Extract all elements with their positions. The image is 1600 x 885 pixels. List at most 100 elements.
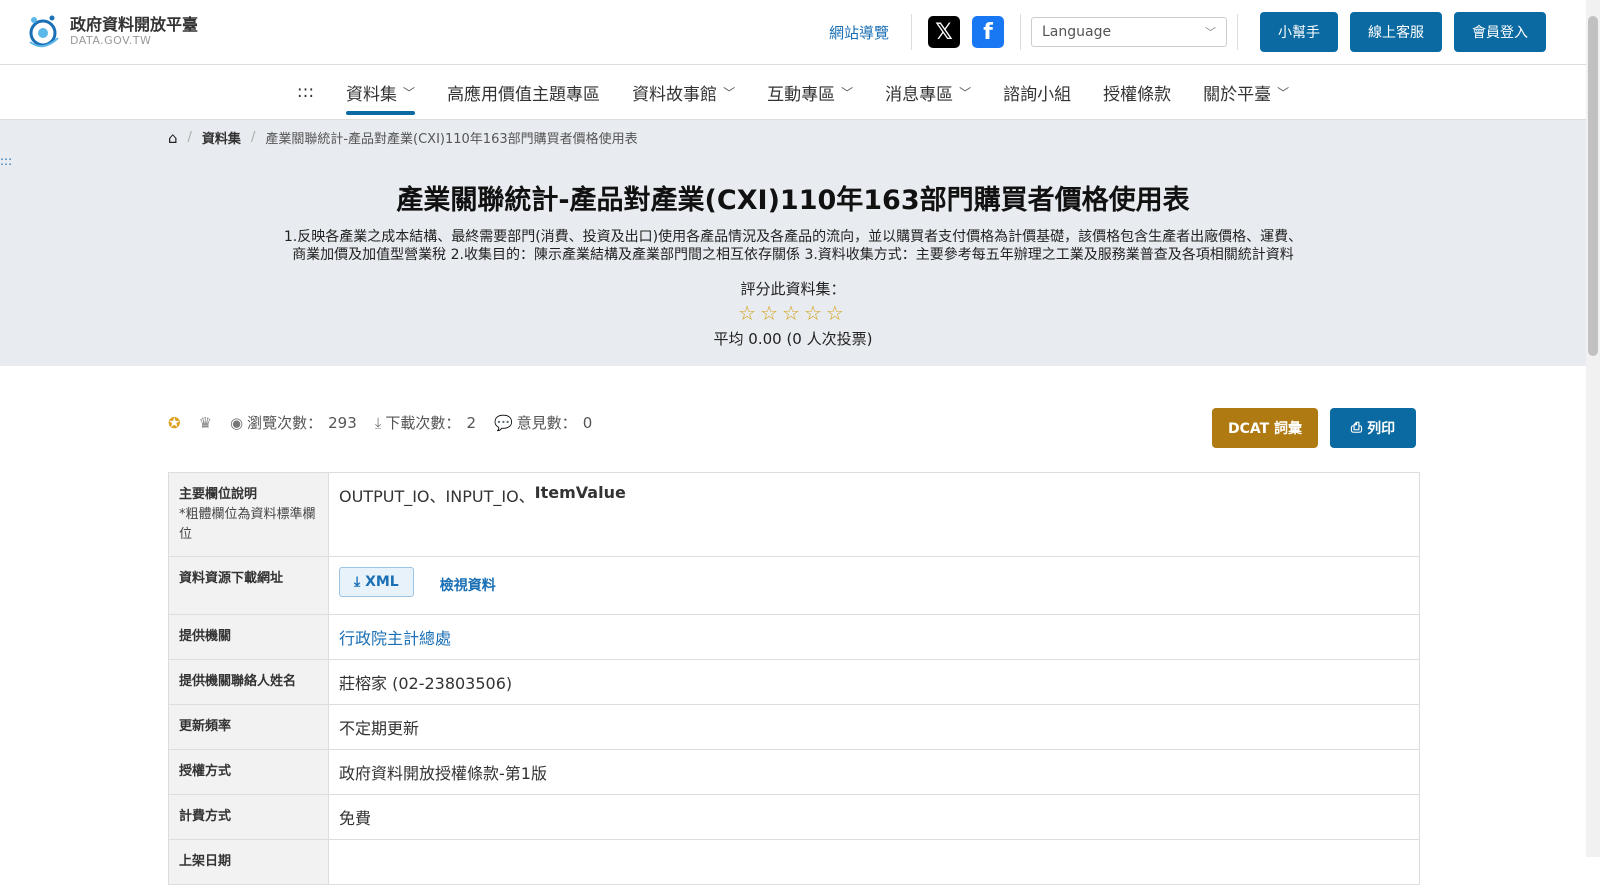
nav-item-interactive[interactable]: 互動專區 ﹀ [767, 65, 853, 119]
downloads-count: 2 [466, 413, 476, 432]
views-label: 瀏覽次數： [247, 414, 323, 432]
fields-header: 主要欄位說明 [179, 487, 258, 502]
chevron-down-icon: ﹀ [1277, 85, 1290, 100]
x-twitter-icon[interactable]: 𝕏 [928, 16, 960, 48]
xml-label: XML [365, 574, 399, 590]
nav-item-stories[interactable]: 資料故事館 ﹀ [632, 65, 735, 119]
description-line: 商業加價及加值型營業稅 2.收集目的：陳示產業結構及產業部門間之相互依存關係 3… [292, 247, 1294, 263]
nav-accesskey-label: ::: [296, 82, 315, 102]
nav-item-about[interactable]: 關於平臺 ﹀ [1203, 65, 1289, 119]
nav-item-label: 授權條款 [1103, 84, 1172, 105]
dataset-hero: ⌂ / 資料集 / 產業關聯統計-產品對產業(CXI)110年163部門購買者價… [0, 120, 1586, 366]
dcat-button[interactable]: DCAT 詞彙 [1212, 408, 1318, 448]
nav-item-label: 資料故事館 [632, 84, 718, 105]
breadcrumb-separator: / [187, 130, 192, 145]
table-row: 上架日期 [169, 840, 1419, 885]
rating-average: 平均 0.00 (0 人次投票) [713, 330, 873, 348]
nav-item-label: 諮詢小組 [1003, 84, 1072, 105]
nav-item-label: 互動專區 [767, 84, 836, 105]
table-header-cell: 上架日期 [169, 840, 329, 884]
nav-accesskey[interactable]: ::: [297, 65, 314, 119]
home-icon[interactable]: ⌂ [168, 129, 178, 147]
views-stat: ◉ 瀏覽次數： 293 [230, 412, 357, 433]
table-header-cell: 主要欄位說明 *粗體欄位為資料標準欄位 [169, 473, 329, 556]
logo-subtitle: DATA.GOV.TW [70, 33, 152, 47]
nav-item-label: 消息專區 [885, 84, 954, 105]
member-login-button[interactable]: 會員登入 [1454, 12, 1546, 52]
breadcrumb: ⌂ / 資料集 / 產業關聯統計-產品對產業(CXI)110年163部門購買者價… [168, 128, 638, 148]
nav-item-label: 關於平臺 [1203, 84, 1272, 105]
site-header: 政府資料開放平臺 DATA.GOV.TW 網站導覽 𝕏 f Language ﹀… [0, 0, 1586, 65]
table-row: 提供機關 行政院主計總處 [169, 615, 1419, 660]
download-cell: ⤓ XML 檢視資料 [329, 557, 1419, 614]
printer-icon: ⎙ [1350, 420, 1363, 436]
table-header-cell: 更新頻率 [169, 705, 329, 749]
partial-cell [329, 840, 1419, 884]
nav-item-label: 高應用價值主題專區 [447, 84, 601, 105]
nav-item-news[interactable]: 消息專區 ﹀ [885, 65, 971, 119]
comments-count: 0 [582, 413, 593, 432]
table-header-cell: 提供機關 [169, 615, 329, 659]
comments-stat: 💬 意見數： 0 [494, 412, 592, 433]
crown-icon: ♛ [198, 413, 213, 432]
page-title: 產業關聯統計-產品對產業(CXI)110年163部門購買者價格使用表 [396, 185, 1190, 216]
table-row: 提供機關聯絡人姓名 莊榕家 (02-23803506) [169, 660, 1419, 705]
online-support-button[interactable]: 線上客服 [1350, 12, 1442, 52]
chevron-down-icon: ﹀ [403, 85, 416, 100]
nav-item-high-value[interactable]: 高應用價值主題專區 [447, 65, 600, 119]
fields-bold: ItemValue [534, 483, 626, 502]
chevron-down-icon: ﹀ [959, 85, 972, 100]
facebook-icon[interactable]: f [972, 16, 1004, 48]
nav-item-license[interactable]: 授權條款 [1103, 65, 1171, 119]
sitemap-link[interactable]: 網站導覽 [829, 22, 889, 43]
view-data-link[interactable]: 檢視資料 [440, 575, 496, 595]
table-header-cell: 計費方式 [169, 795, 329, 839]
comments-label: 意見數： [516, 414, 577, 432]
scrollbar-thumb[interactable] [1588, 16, 1598, 356]
dataset-description: 1.反映各產業之成本結構、最終需要部門(消費、投資及出口)使用各產品情況及各產品… [200, 228, 1386, 264]
divider [1237, 14, 1238, 50]
download-icon: ⤓ [354, 574, 366, 590]
side-accesskey[interactable]: ::: [0, 154, 12, 168]
table-row: 更新頻率 不定期更新 [169, 705, 1419, 750]
breadcrumb-datasets-label: 資料集 [201, 132, 241, 147]
chevron-down-icon: ﹀ [841, 85, 854, 100]
logo-title: 政府資料開放平臺 [70, 14, 199, 34]
xml-download-button[interactable]: ⤓ XML [339, 567, 414, 597]
download-icon: ⤓ [374, 413, 382, 432]
fields-plain: OUTPUT_IO、INPUT_IO、 [339, 487, 535, 506]
helper-button[interactable]: 小幫手 [1260, 12, 1338, 52]
page-scrollbar[interactable] [1586, 0, 1600, 857]
table-row: 主要欄位說明 *粗體欄位為資料標準欄位 OUTPUT_IO、INPUT_IO、 I… [169, 473, 1419, 557]
table-row: 授權方式 政府資料開放授權條款-第1版 [169, 750, 1419, 795]
frequency-cell: 不定期更新 [339, 719, 420, 738]
language-select-value: Language [1042, 24, 1112, 40]
nav-item-datasets[interactable]: 資料集 ﹀ [346, 65, 416, 119]
main-nav: ::: 資料集 ﹀ 高應用價值主題專區 資料故事館 ﹀ 互動專區 ﹀ 消息專區 ﹀ 諮詢… [0, 65, 1586, 120]
print-button-label: 列印 [1367, 421, 1396, 437]
language-select[interactable]: Language ﹀ [1031, 17, 1227, 47]
chevron-down-icon: ﹀ [1205, 26, 1216, 39]
table-row: 資料資源下載網址 ⤓ XML 檢視資料 [169, 557, 1419, 615]
eye-icon: ◉ [230, 413, 244, 432]
print-button[interactable]: ⎙ 列印 [1330, 408, 1416, 448]
breadcrumb-separator: / [250, 130, 256, 145]
nav-item-advisory[interactable]: 諮詢小組 [1003, 65, 1071, 119]
breadcrumb-datasets[interactable]: 資料集 [202, 128, 241, 147]
nav-item-label: 資料集 [346, 84, 398, 105]
downloads-label: 下載次數： [385, 414, 461, 432]
provider-cell: 行政院主計總處 [329, 615, 1419, 659]
rating-label: 評分此資料集： [740, 280, 846, 298]
contact-cell: 莊榕家 (02-23803506) [339, 674, 513, 693]
dataset-info-table: 主要欄位說明 *粗體欄位為資料標準欄位 OUTPUT_IO、INPUT_IO、 I… [168, 472, 1420, 885]
provider-link[interactable]: 行政院主計總處 [339, 625, 451, 649]
fields-value: OUTPUT_IO、INPUT_IO、 ItemValue [329, 473, 1419, 556]
fee-cell: 免費 [339, 809, 372, 828]
chevron-down-icon: ﹀ [723, 85, 736, 100]
site-logo[interactable]: 政府資料開放平臺 DATA.GOV.TW [24, 12, 198, 50]
license-cell: 政府資料開放授權條款-第1版 [339, 764, 547, 783]
rating-stars[interactable]: ☆☆☆☆☆ [0, 301, 1586, 325]
table-header-cell: 授權方式 [169, 750, 329, 794]
breadcrumb-current: 產業關聯統計-產品對產業(CXI)110年163部門購買者價格使用表 [265, 132, 638, 147]
table-row: 計費方式 免費 [169, 795, 1419, 840]
